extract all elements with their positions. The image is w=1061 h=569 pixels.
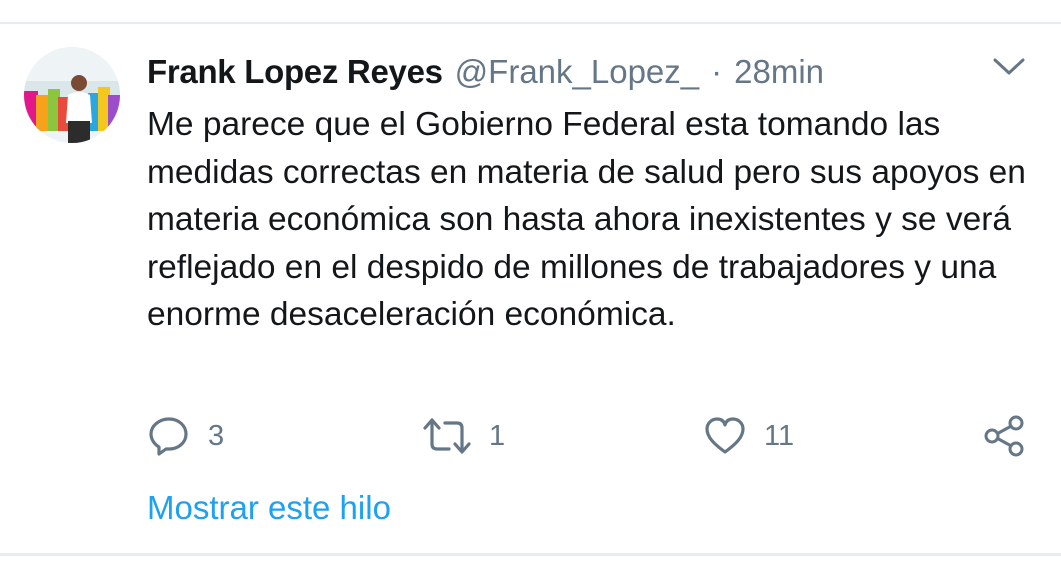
reply-icon [149, 417, 188, 456]
reply-count: 3 [208, 419, 225, 452]
show-thread-link[interactable]: Mostrar este hilo [147, 486, 391, 530]
heart-icon [705, 417, 745, 454]
tweet-text: Me parece que el Gobierno Federal esta t… [147, 106, 1026, 333]
timestamp[interactable]: 28min [734, 50, 824, 94]
reply-button[interactable]: 3 [148, 414, 224, 458]
bottom-divider [0, 553, 1061, 556]
tweet-card[interactable]: Frank Lopez Reyes @Frank_Lopez_ · 28min … [0, 0, 1061, 569]
tweet-header: Frank Lopez Reyes @Frank_Lopez_ · 28min [147, 50, 824, 94]
share-button[interactable] [982, 414, 1026, 458]
user-handle[interactable]: @Frank_Lopez_ [455, 50, 699, 94]
avatar-image [24, 47, 120, 143]
display-name[interactable]: Frank Lopez Reyes [147, 50, 443, 94]
chevron-down-icon[interactable] [992, 56, 1026, 78]
retweet-icon [423, 418, 471, 454]
retweet-count: 1 [489, 419, 506, 452]
avatar[interactable] [24, 47, 120, 143]
like-count: 11 [764, 419, 795, 452]
top-divider [0, 22, 1061, 24]
separator-dot: · [711, 53, 723, 90]
share-icon [984, 415, 1024, 457]
like-button[interactable]: 11 [704, 414, 794, 458]
retweet-button[interactable]: 1 [423, 414, 505, 458]
